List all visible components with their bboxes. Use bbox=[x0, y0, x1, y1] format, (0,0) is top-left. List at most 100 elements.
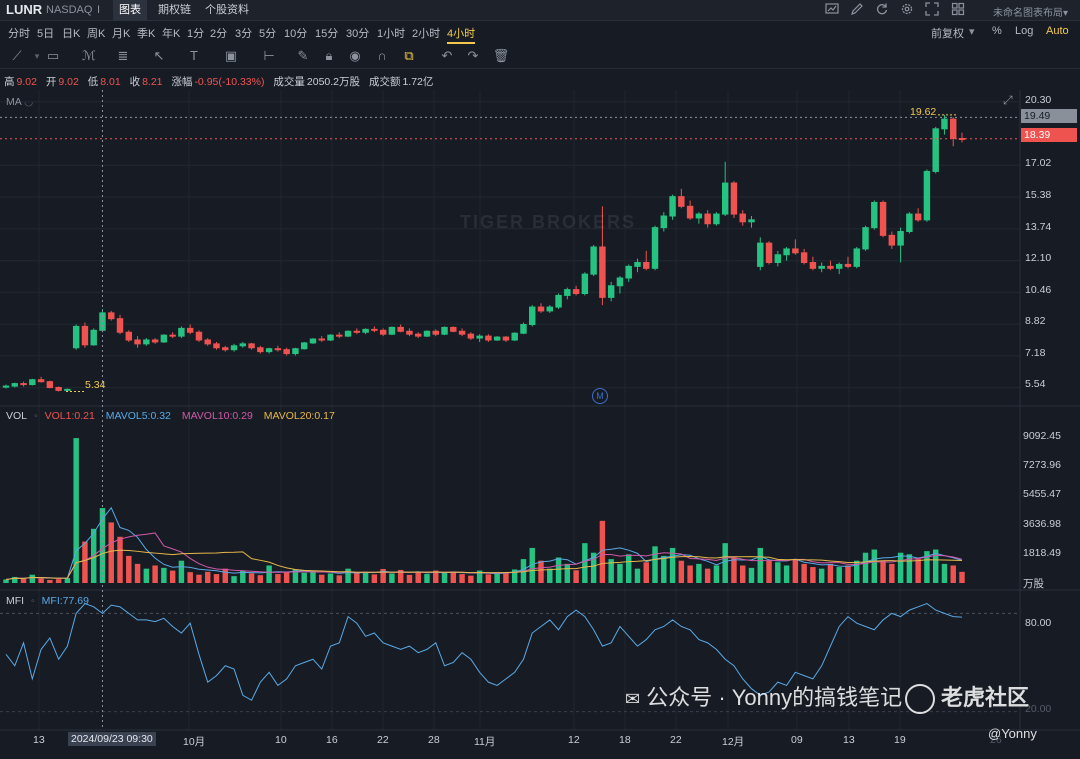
candle-body bbox=[678, 196, 685, 207]
symbol-ticker[interactable]: LUNR bbox=[6, 2, 42, 17]
volume-bar bbox=[555, 557, 562, 583]
period-monthly[interactable]: 月K bbox=[112, 25, 130, 41]
candle-body bbox=[108, 312, 115, 320]
price-axis-label: 8.82 bbox=[1025, 315, 1046, 327]
tab-company-profile[interactable]: 个股资料 bbox=[199, 0, 255, 20]
eye-icon[interactable]: ◦ bbox=[31, 595, 35, 607]
open-label: 开 bbox=[45, 76, 57, 88]
volume-bar bbox=[301, 572, 307, 583]
adjust-selector[interactable]: 前复权 bbox=[931, 25, 964, 41]
volume-bar bbox=[494, 573, 500, 583]
layout-selector[interactable]: 未命名图表布局▾ bbox=[993, 4, 1068, 19]
eye-icon[interactable]: ◉ bbox=[344, 48, 366, 64]
brand-watermark: 老虎社区 bbox=[905, 680, 1029, 715]
period-1h[interactable]: 1小时 bbox=[377, 25, 405, 41]
candle-body bbox=[686, 205, 694, 219]
candle-body bbox=[643, 262, 650, 269]
fullscreen-icon[interactable] bbox=[924, 2, 940, 18]
volume-bar bbox=[713, 565, 720, 583]
eye-slash-icon[interactable]: ◡ bbox=[24, 96, 33, 108]
arrow-tool-icon[interactable]: ↖ bbox=[148, 48, 170, 64]
candle-body bbox=[265, 348, 273, 353]
period-5d[interactable]: 5日 bbox=[37, 25, 54, 41]
period-30m[interactable]: 30分 bbox=[346, 25, 369, 41]
candle-body bbox=[765, 242, 773, 263]
log-scale-toggle[interactable]: Log bbox=[1015, 25, 1033, 37]
trend-line-tool-icon[interactable]: ⟋ bbox=[6, 48, 28, 64]
candle-body bbox=[309, 338, 317, 344]
volume-bar bbox=[152, 565, 158, 583]
period-10m[interactable]: 10分 bbox=[284, 25, 307, 41]
ma-indicator-label[interactable]: MA ◡ bbox=[6, 96, 33, 108]
candle-body bbox=[660, 215, 668, 229]
candle-body bbox=[809, 262, 817, 269]
lock-icon[interactable]: 🔒︎ bbox=[318, 48, 340, 64]
candlestick-series bbox=[2, 114, 966, 392]
period-weekly[interactable]: 周K bbox=[87, 25, 105, 41]
eye-icon[interactable]: ◦ bbox=[34, 410, 38, 422]
auto-scale-toggle[interactable]: Auto bbox=[1046, 25, 1069, 37]
candle-body bbox=[90, 329, 97, 346]
magnet-icon[interactable]: ∩ bbox=[371, 48, 393, 63]
period-15m[interactable]: 15分 bbox=[315, 25, 338, 41]
time-axis-label: 13 bbox=[33, 734, 45, 746]
time-axis-label: 10 bbox=[275, 734, 287, 746]
label-tool-icon[interactable]: ▣ bbox=[220, 48, 242, 64]
volume-bar bbox=[880, 560, 886, 583]
rectangle-tool-icon[interactable]: ▭ bbox=[42, 48, 64, 64]
period-quarterly[interactable]: 季K bbox=[137, 25, 155, 41]
candle-body bbox=[178, 327, 185, 337]
period-1m[interactable]: 1分 bbox=[187, 25, 204, 41]
fib-tool-icon[interactable]: ≣ bbox=[112, 48, 134, 64]
period-2h[interactable]: 2小时 bbox=[412, 25, 440, 41]
period-3m[interactable]: 3分 bbox=[235, 25, 252, 41]
period-daily[interactable]: 日K bbox=[62, 25, 80, 41]
pencil-icon[interactable]: ✎ bbox=[292, 48, 314, 64]
period-yearly[interactable]: 年K bbox=[162, 25, 180, 41]
redo-icon[interactable]: ↷ bbox=[462, 48, 484, 64]
gear-icon[interactable] bbox=[899, 2, 915, 18]
candle-body bbox=[29, 379, 36, 386]
event-marker-icon[interactable]: M bbox=[592, 388, 608, 404]
draw-edit-icon[interactable] bbox=[849, 2, 865, 18]
candle-body bbox=[20, 383, 27, 386]
period-intraday[interactable]: 分时 bbox=[8, 25, 30, 41]
volume-bar bbox=[336, 575, 343, 583]
period-2m[interactable]: 2分 bbox=[210, 25, 227, 41]
candle-body bbox=[871, 201, 878, 229]
ruler-tool-icon[interactable]: ⊢ bbox=[258, 48, 280, 64]
expand-icon[interactable]: ⤢ bbox=[1003, 93, 1013, 108]
candle-body bbox=[81, 325, 89, 346]
volume-bar bbox=[73, 438, 79, 583]
candle-body bbox=[520, 324, 527, 334]
volume-bar bbox=[134, 563, 141, 583]
time-axis-label: 13 bbox=[843, 734, 855, 746]
volume-bar bbox=[678, 560, 685, 583]
refresh-icon[interactable] bbox=[874, 2, 890, 18]
text-tool-icon[interactable]: T bbox=[183, 48, 205, 63]
candle-body bbox=[222, 347, 229, 351]
time-axis-label: 11月 bbox=[474, 736, 496, 748]
candle-body bbox=[476, 335, 483, 339]
period-4h[interactable]: 4小时 bbox=[447, 25, 476, 44]
volume-bar bbox=[161, 567, 167, 583]
candle-body bbox=[897, 231, 904, 246]
period-5m[interactable]: 5分 bbox=[259, 25, 276, 41]
link-objects-icon[interactable]: ⧉ bbox=[398, 48, 420, 64]
pattern-tool-icon[interactable]: ℳ bbox=[78, 48, 100, 64]
layout-grid-icon[interactable] bbox=[950, 2, 966, 18]
tab-options-chain[interactable]: 期权链 bbox=[152, 0, 197, 20]
percent-scale-toggle[interactable]: % bbox=[992, 25, 1002, 37]
volume-bar bbox=[573, 570, 579, 583]
crosshair-time-label: 2024/09/23 09:30 bbox=[68, 732, 156, 746]
chevron-down-icon[interactable]: ▾ bbox=[969, 25, 975, 38]
chart-type-icon[interactable] bbox=[824, 2, 840, 18]
volume-bar bbox=[213, 574, 220, 583]
candle-body bbox=[546, 306, 553, 312]
trash-icon[interactable]: 🗑︎ bbox=[490, 48, 512, 64]
candle-body bbox=[11, 383, 18, 387]
undo-icon[interactable]: ↶ bbox=[436, 48, 458, 64]
candle-body bbox=[46, 381, 54, 388]
candle-body bbox=[835, 263, 843, 269]
tab-chart[interactable]: 图表 bbox=[113, 0, 147, 20]
